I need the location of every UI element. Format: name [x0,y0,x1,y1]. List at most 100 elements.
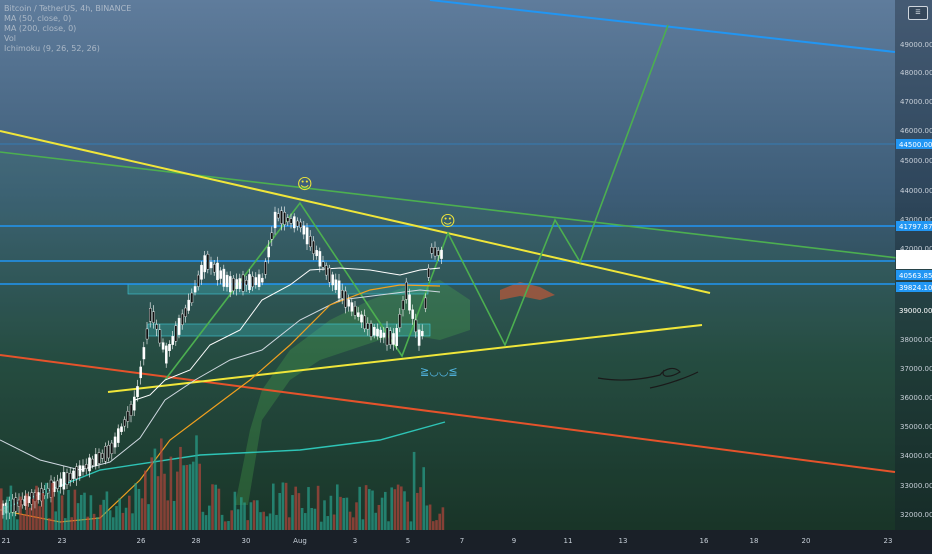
chart-area[interactable]: ☺ ☺ ≧◡◡≦ 49000.00 48000.00 47000.00 46000.0… [0,0,932,550]
volume-bar [310,507,313,530]
candle-body [267,246,271,258]
candle-body [14,497,18,512]
time-label: 5 [406,537,410,545]
candle-body [88,457,91,472]
volume-bar [80,494,83,530]
volume-bar [64,518,67,530]
price-tick-label: 36000.00 [900,394,932,402]
volume-bar [16,519,19,530]
volume-bar [185,464,189,530]
volume-bar [166,500,169,530]
volume-bar [422,467,425,530]
price-tick-label: 46000.00 [900,127,932,135]
legend-ma50[interactable]: MA (50, close, 0) [4,14,131,24]
volume-bar [428,504,432,530]
volume-bar [70,517,73,530]
candle-body [360,314,363,323]
time-label: 23 [58,537,67,545]
candle-body [411,309,415,319]
volume-bar [329,495,333,530]
candle-body [152,311,155,323]
volume-bar [262,511,265,530]
volume-bar [0,488,3,530]
volume-bar [368,489,371,530]
candle-body [171,336,175,345]
volume-bar [377,504,381,530]
legend-volume[interactable]: Vol [4,34,131,44]
volume-bar [115,506,118,530]
time-label: 3 [353,537,357,545]
candle-body [196,274,200,287]
candle-body [177,317,181,335]
candle-body [341,289,344,299]
volume-bar [144,470,147,530]
volume-bar [25,493,29,530]
volume-bar [307,487,310,530]
price-tag: 39824.10 [896,282,932,292]
candle-body [206,253,210,270]
legend-symbol-title[interactable]: Bitcoin / TetherUS, 4h, BINANCE [4,4,131,14]
candle-body [277,213,280,219]
volume-bar [320,521,323,530]
volume-bar [105,491,109,530]
volume-bar [121,512,125,530]
candle-body [299,221,303,228]
candle-body [164,345,168,364]
candle-body [392,333,395,345]
volume-bar [73,489,77,530]
price-tick-label: 32000.00 [900,511,932,519]
candle-body [222,268,226,287]
hamburger-menu-icon[interactable]: ☰ [908,6,928,20]
candle-body [126,411,130,422]
candle-body [414,319,418,333]
volume-bar [432,521,435,530]
candle-body [379,329,383,338]
volume-bar [99,504,102,530]
volume-bar [400,486,403,530]
candle-body [325,265,328,276]
legend-ma200[interactable]: MA (200, close, 0) [4,24,131,34]
price-tick-label: 34000.00 [900,452,932,460]
candle-body [385,327,389,346]
candle-body [142,347,146,360]
candle-body [321,261,325,268]
volume-bar [380,497,384,530]
candle-body [424,297,427,309]
price-tag-text: 39824.10 [899,284,932,292]
volume-bar [198,463,201,530]
volume-bar [358,486,361,530]
volume-bar [345,497,349,530]
legend-ichimoku[interactable]: Ichimoku (9, 26, 52, 26) [4,44,131,54]
volume-bar [32,498,35,530]
candle-body [427,268,431,278]
candle-body [75,466,78,480]
candle-body [113,436,117,448]
volume-bar [195,435,198,530]
candle-body [62,472,66,490]
volume-bar [409,521,413,530]
time-label: 26 [137,537,146,545]
candle-body [244,280,248,286]
volume-bar [416,492,419,530]
candle-body [264,261,267,275]
volume-bar [131,513,134,530]
candle-body [200,264,203,280]
price-tag-text: 03:27:22 [899,261,930,269]
price-tick-label: 45000.00 [900,157,932,165]
volume-bar [243,502,246,530]
candle-body [347,299,351,307]
candle-body [430,247,434,254]
candle-body [56,480,59,489]
candle-body [437,250,440,256]
candle-body [421,331,424,337]
chart-canvas[interactable]: ☺ ☺ ≧◡◡≦ 49000.00 48000.00 47000.00 46000.0… [0,0,932,550]
volume-bar [217,488,221,530]
volume-bar [38,506,41,530]
volume-bar [51,482,54,530]
candle-body [225,274,229,288]
volume-bar [89,495,93,530]
candle-body [212,264,216,273]
price-tick-label: 37000.00 [900,365,932,373]
time-label: 23 [884,537,893,545]
volume-bar [102,499,105,530]
